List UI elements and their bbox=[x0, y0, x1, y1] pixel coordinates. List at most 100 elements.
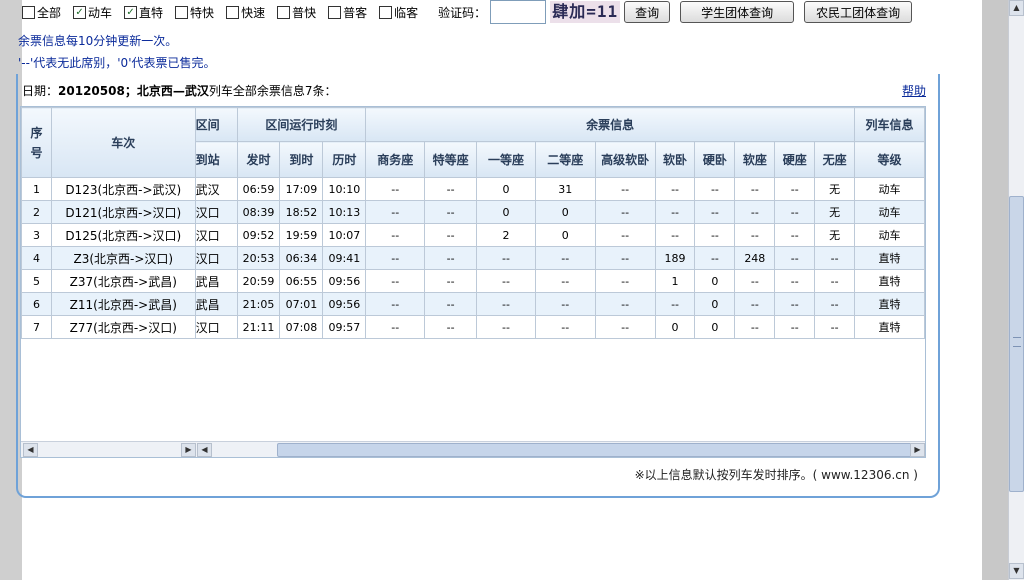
row-arrive-station: 汉口 bbox=[194, 223, 238, 247]
filter-option[interactable]: 临客 bbox=[379, 4, 426, 21]
row-seat-count: -- bbox=[694, 223, 736, 247]
row-grade: 直特 bbox=[854, 246, 925, 270]
row-train-number[interactable]: D125(北京西->汉口) bbox=[50, 223, 196, 247]
col-grade: 等级 bbox=[854, 141, 925, 178]
table-row[interactable]: 1 D123(北京西->武汉) 武汉 06:59 17:09 10:10 -- -- 0 31 --… bbox=[21, 177, 925, 201]
checkbox-icon[interactable] bbox=[328, 5, 342, 19]
horizontal-scroll-thumb[interactable] bbox=[277, 443, 913, 457]
row-seat-count: -- bbox=[365, 269, 426, 293]
row-train-number[interactable]: D121(北京西->汉口) bbox=[50, 200, 196, 224]
student-group-query-button[interactable]: 学生团体查询 bbox=[680, 1, 795, 23]
row-seat-count: -- bbox=[734, 200, 776, 224]
row-duration: 10:13 bbox=[322, 200, 367, 224]
table-row[interactable]: 5 Z37(北京西->武昌) 武昌 20:59 06:55 09:56 -- -- -- -- --… bbox=[21, 269, 925, 293]
scroll-down-icon[interactable]: ▼ bbox=[1009, 563, 1024, 579]
horizontal-scrollbar[interactable]: ◀ ▶ ◀ ▶ bbox=[21, 441, 925, 457]
row-seat-count: -- bbox=[594, 315, 656, 339]
row-seat-count: -- bbox=[814, 292, 856, 316]
filter-option[interactable]: 普快 bbox=[277, 4, 324, 21]
filter-option-label[interactable]: 特快 bbox=[190, 4, 214, 21]
table-row[interactable]: 4 Z3(北京西->汉口) 汉口 20:53 06:34 09:41 -- -- -- -- -- 1… bbox=[21, 246, 925, 270]
row-seq: 5 bbox=[21, 269, 52, 293]
filter-option[interactable]: 快速 bbox=[226, 4, 273, 21]
row-grade: 直特 bbox=[854, 292, 925, 316]
col-seat-type: 二等座 bbox=[534, 141, 596, 178]
page-gutter bbox=[982, 0, 1008, 580]
row-seat-count: -- bbox=[365, 292, 426, 316]
row-seat-count: -- bbox=[424, 246, 478, 270]
filter-option-label[interactable]: 普客 bbox=[343, 4, 367, 21]
captcha-image[interactable]: 肆加=11 bbox=[550, 1, 621, 23]
table-row[interactable]: 7 Z77(北京西->汉口) 汉口 21:11 07:08 09:57 -- -- -- -- --… bbox=[21, 315, 925, 339]
filter-option-label[interactable]: 普快 bbox=[292, 4, 316, 21]
row-arrive-station: 武汉 bbox=[194, 177, 238, 201]
filter-option[interactable]: 普客 bbox=[328, 4, 375, 21]
checkbox-icon[interactable] bbox=[277, 5, 291, 19]
row-seat-count: -- bbox=[734, 292, 776, 316]
table-row[interactable]: 6 Z11(北京西->武昌) 武昌 21:05 07:01 09:56 -- -- -- -- --… bbox=[21, 292, 925, 316]
row-seat-count: -- bbox=[594, 269, 656, 293]
filter-option-label[interactable]: 全部 bbox=[37, 4, 61, 21]
scroll-right-icon[interactable]: ▶ bbox=[181, 443, 196, 457]
row-train-number[interactable]: Z77(北京西->汉口) bbox=[50, 315, 196, 339]
checkbox-icon[interactable] bbox=[379, 5, 393, 19]
filter-option-label[interactable]: 直特 bbox=[139, 4, 163, 21]
row-seat-count: 0 bbox=[654, 315, 696, 339]
row-seat-count: -- bbox=[654, 292, 696, 316]
row-seat-count: -- bbox=[734, 223, 776, 247]
filter-option-label[interactable]: 临客 bbox=[394, 4, 418, 21]
row-train-number[interactable]: Z3(北京西->汉口) bbox=[50, 246, 196, 270]
row-seat-count: -- bbox=[694, 200, 736, 224]
col-depart-time[interactable]: 发时 bbox=[236, 141, 281, 178]
filter-option-label[interactable]: 快速 bbox=[241, 4, 265, 21]
scroll-up-icon[interactable]: ▲ bbox=[1009, 0, 1024, 16]
captcha-input[interactable] bbox=[490, 0, 547, 24]
checkbox-icon[interactable] bbox=[22, 5, 35, 19]
legend-note: '--'代表无此席别，'0'代表票已售完。 bbox=[18, 56, 216, 70]
row-train-number[interactable]: Z11(北京西->武昌) bbox=[50, 292, 196, 316]
checkbox-icon[interactable] bbox=[226, 5, 240, 19]
row-seat-count: -- bbox=[694, 177, 736, 201]
vertical-scrollbar[interactable]: ▲ ▼ bbox=[1008, 0, 1024, 580]
row-seat-count: -- bbox=[594, 223, 656, 247]
row-seat-count: -- bbox=[424, 315, 478, 339]
filter-option-label[interactable]: 动车 bbox=[88, 4, 112, 21]
checkbox-icon[interactable] bbox=[175, 5, 189, 19]
checkbox-checked-icon[interactable]: ✓ bbox=[124, 5, 138, 19]
row-seat-count: -- bbox=[594, 292, 656, 316]
row-duration: 09:56 bbox=[322, 292, 367, 316]
table-row[interactable]: 2 D121(北京西->汉口) 汉口 08:39 18:52 10:13 -- -- 0 0 -- -… bbox=[21, 200, 925, 224]
row-seq: 3 bbox=[21, 223, 52, 247]
col-duration[interactable]: 历时 bbox=[322, 141, 367, 178]
scroll-left-icon[interactable]: ◀ bbox=[197, 443, 212, 457]
row-seat-count: 0 bbox=[534, 223, 596, 247]
row-seat-count: -- bbox=[476, 269, 536, 293]
row-train-number[interactable]: Z37(北京西->武昌) bbox=[50, 269, 196, 293]
row-train-number[interactable]: D123(北京西->武汉) bbox=[50, 177, 196, 201]
row-seat-count: -- bbox=[424, 177, 478, 201]
scroll-left-icon[interactable]: ◀ bbox=[23, 443, 38, 457]
scroll-right-icon[interactable]: ▶ bbox=[910, 443, 925, 457]
col-arrive-time[interactable]: 到时 bbox=[279, 141, 324, 178]
checkbox-checked-icon[interactable]: ✓ bbox=[73, 5, 87, 19]
ticket-table: 序号 车次 区间 区间运行时刻 余票信息 列车信息 到站 发时 到时 历时 商务… bbox=[21, 107, 925, 339]
help-link[interactable]: 帮助 bbox=[902, 82, 926, 99]
migrant-group-query-button[interactable]: 农民工团体查询 bbox=[804, 1, 913, 23]
query-button[interactable]: 查询 bbox=[624, 1, 671, 23]
table-row[interactable]: 3 D125(北京西->汉口) 汉口 09:52 19:59 10:07 -- -- 2 0 -- -… bbox=[21, 223, 925, 247]
row-seat-count: -- bbox=[654, 200, 696, 224]
col-train[interactable]: 车次 bbox=[50, 107, 196, 178]
filter-option[interactable]: ✓ 动车 bbox=[73, 4, 120, 21]
filter-option[interactable]: 特快 bbox=[175, 4, 222, 21]
filter-option[interactable]: ✓ 直特 bbox=[124, 4, 171, 21]
query-date: 20120508 bbox=[58, 84, 125, 98]
col-seat-type: 高级软卧 bbox=[594, 141, 656, 178]
row-grade: 动车 bbox=[854, 200, 925, 224]
vertical-scroll-thumb[interactable] bbox=[1009, 196, 1024, 492]
filter-option[interactable]: 全部 bbox=[22, 4, 69, 21]
row-seat-count: -- bbox=[654, 223, 696, 247]
row-seat-count: -- bbox=[774, 315, 816, 339]
date-label: 日期： bbox=[22, 84, 59, 98]
col-seat-type: 硬卧 bbox=[694, 141, 736, 178]
row-arrive-station: 汉口 bbox=[194, 246, 238, 270]
